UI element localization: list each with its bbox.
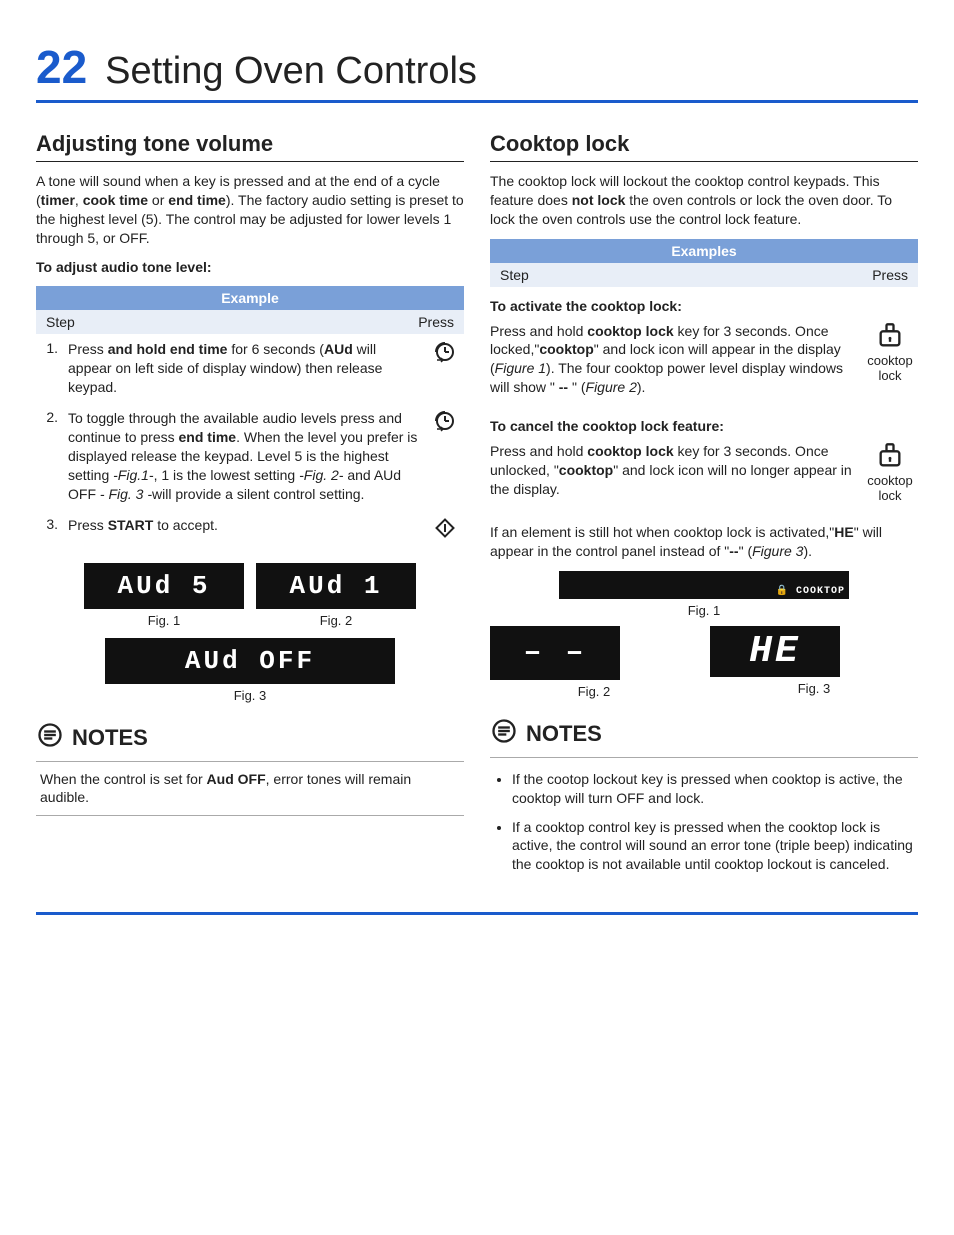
step-text: Press START to accept. [68,516,420,535]
step-text: To toggle through the available audio le… [68,409,420,503]
step-number: 1. [40,340,58,356]
example-table-columns: Step Press [36,310,464,334]
display-aud-5: AUd 5 [84,563,244,609]
col-step: Step [46,314,75,330]
r-fig3-label: Fig. 3 [710,681,918,696]
cancel-head: To cancel the cooktop lock feature: [490,417,918,436]
example-steps: 1. Press and hold end time for 6 seconds … [36,334,464,548]
example-step: 2. To toggle through the available audio … [36,403,464,509]
activate-text: Press and hold cooktop lock key for 3 se… [490,322,852,398]
example-step: 1. Press and hold end time for 6 seconds … [36,334,464,403]
col-step-r: Step [500,267,529,283]
step-number: 3. [40,516,58,532]
step-text: Press and hold end time for 6 seconds (A… [68,340,420,397]
activate-head: To activate the cooktop lock: [490,297,918,316]
notes-body-right: If the cootop lockout key is pressed whe… [490,757,918,892]
notes-bullet: If the cootop lockout key is pressed whe… [512,770,914,808]
page-header: 22 Setting Oven Controls [36,40,918,103]
page-title: Setting Oven Controls [105,50,477,93]
notes-heading-right: NOTES [490,717,918,751]
notes-heading-left: NOTES [36,721,464,755]
start-icon [430,516,460,543]
notes-icon [490,717,518,751]
cooktop-displays: 🔒 COOKTOP Fig. 1 – – Fig. 2 HE Fig. 3 [490,571,918,699]
notes-title-right: NOTES [526,721,602,747]
display-aud-1: AUd 1 [256,563,416,609]
r-fig1-label: Fig. 1 [490,603,918,618]
cooktop-lock-icon-2: cooktop lock [862,442,918,503]
display-row-1: AUd 5 Fig. 1 AUd 1 Fig. 2 [36,563,464,628]
col-press-r: Press [872,267,908,283]
display-he: HE [710,626,840,677]
r-fig2-label: Fig. 2 [490,684,698,699]
step-number: 2. [40,409,58,425]
notes-bullet: If a cooktop control key is pressed when… [512,818,914,875]
cancel-row: Press and hold cooktop lock key for 3 se… [490,438,918,513]
notes-bullets: If the cootop lockout key is pressed whe… [494,770,914,874]
activate-row: Press and hold cooktop lock key for 3 se… [490,318,918,408]
display-dashes: – – [490,626,620,680]
example-step: 3. Press START to accept. [36,510,464,549]
left-column: Adjusting tone volume A tone will sound … [36,131,464,892]
col-press: Press [418,314,454,330]
end-time-icon [430,409,460,436]
footer-rule [36,912,918,915]
page-number: 22 [36,40,87,94]
display-aud-off: AUd OFF [105,638,395,684]
example-table-header: Example [36,286,464,310]
heading-adjusting-tone: Adjusting tone volume [36,131,464,162]
end-time-icon [430,340,460,367]
cooktop-lock-caption-2: cooktop lock [862,473,918,503]
display-cooktop-banner: 🔒 COOKTOP [559,571,849,599]
fig2-label: Fig. 2 [256,613,416,628]
tone-subhead: To adjust audio tone level: [36,258,464,277]
fig3-label: Fig. 3 [36,688,464,703]
cooktop-intro: The cooktop lock will lockout the cookto… [490,172,918,229]
examples-table-header: Examples [490,239,918,263]
heading-cooktop-lock: Cooktop lock [490,131,918,162]
notes-title-left: NOTES [72,725,148,751]
tone-intro: A tone will sound when a key is pressed … [36,172,464,248]
after-note: If an element is still hot when cooktop … [490,523,918,561]
cooktop-lock-caption-1: cooktop lock [862,353,918,383]
cancel-text: Press and hold cooktop lock key for 3 se… [490,442,852,499]
fig1-label: Fig. 1 [84,613,244,628]
notes-icon [36,721,64,755]
right-column: Cooktop lock The cooktop lock will locko… [490,131,918,892]
examples-table-columns: Step Press [490,263,918,287]
cooktop-lock-icon-1: cooktop lock [862,322,918,383]
notes-body-left: When the control is set for Aud OFF, err… [36,761,464,817]
